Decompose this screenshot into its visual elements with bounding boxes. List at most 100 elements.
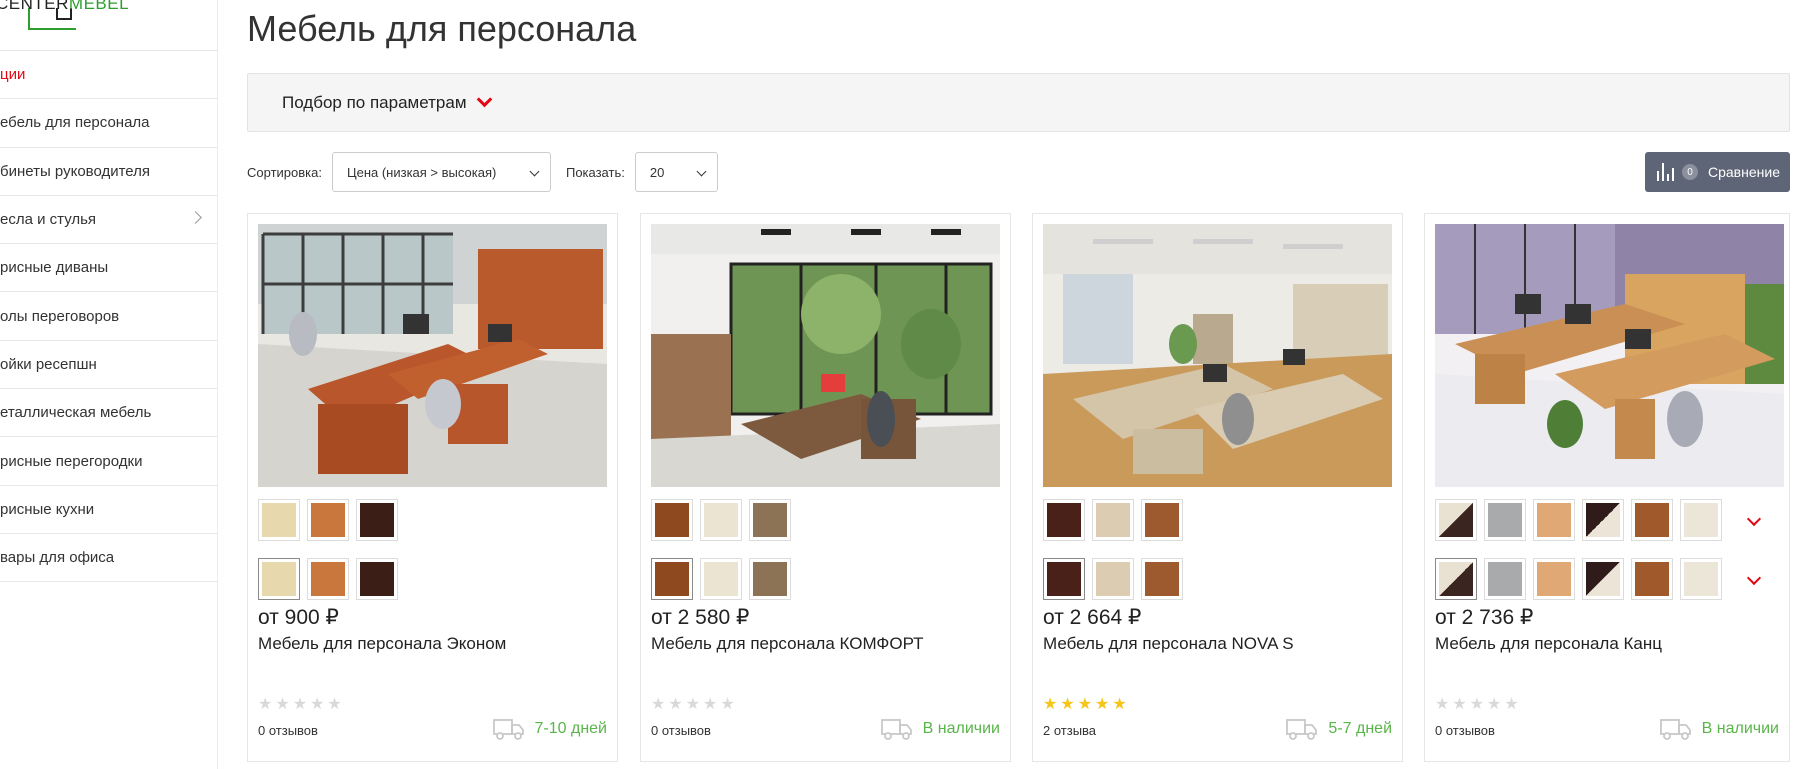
product-card[interactable]: от 900 ₽ Мебель для персонала Эконом ★ ★ ★… <box>247 213 618 762</box>
sort-select[interactable]: Цена (низкая > высокая) <box>331 152 551 192</box>
color-swatch[interactable] <box>700 499 742 541</box>
sidebar-item[interactable]: рисные кухни <box>0 486 218 534</box>
chevron-down-icon[interactable] <box>1746 570 1762 586</box>
reviews-count[interactable]: 0 отзывов <box>651 723 711 738</box>
color-swatch[interactable] <box>749 558 791 600</box>
star-icon[interactable]: ★ <box>720 697 734 713</box>
star-icon[interactable]: ★ <box>651 697 665 713</box>
color-swatch[interactable] <box>651 499 693 541</box>
chevron-down-icon <box>529 166 540 177</box>
sidebar-item[interactable]: вары для офиса <box>0 534 218 583</box>
compare-button[interactable]: 0 Сравнение <box>1645 152 1790 192</box>
delivery-info: В наличии <box>1659 717 1779 741</box>
logo[interactable]: CENTERMEBEL <box>0 0 218 51</box>
star-icon[interactable]: ★ <box>1095 697 1109 713</box>
sidebar-item[interactable]: рисные перегородки <box>0 437 218 486</box>
color-swatch[interactable] <box>1680 558 1722 600</box>
color-swatch[interactable] <box>1582 558 1624 600</box>
product-name[interactable]: Мебель для персонала Эконом <box>258 634 506 654</box>
compare-label: Сравнение <box>1708 164 1780 180</box>
filter-label: Подбор по параметрам <box>282 92 467 112</box>
bar-chart-icon <box>1657 163 1674 181</box>
reviews-count[interactable]: 0 отзывов <box>1435 723 1495 738</box>
star-icon[interactable]: ★ <box>1112 697 1126 713</box>
rating-stars: ★ ★ ★ ★ ★ <box>1043 697 1127 713</box>
star-icon[interactable]: ★ <box>275 697 289 713</box>
color-swatch[interactable] <box>1141 558 1183 600</box>
color-swatch[interactable] <box>1533 499 1575 541</box>
product-name[interactable]: Мебель для персонала КОМФОРТ <box>651 634 924 654</box>
color-swatch[interactable] <box>1631 499 1673 541</box>
reviews-count[interactable]: 2 отзыва <box>1043 723 1096 738</box>
star-icon[interactable]: ★ <box>1078 697 1092 713</box>
filter-toggle-button[interactable]: Подбор по параметрам <box>247 73 1790 132</box>
product-name[interactable]: Мебель для персонала Канц <box>1435 634 1662 654</box>
sidebar-item[interactable]: рисные диваны <box>0 244 218 293</box>
logo-text: CENTERMEBEL <box>0 0 130 13</box>
truck-icon <box>1286 719 1318 740</box>
color-swatch[interactable] <box>651 558 693 600</box>
color-swatch[interactable] <box>1435 499 1477 541</box>
color-swatch[interactable] <box>1680 499 1722 541</box>
product-name[interactable]: Мебель для персонала NOVA S <box>1043 634 1294 654</box>
color-swatch[interactable] <box>1043 499 1085 541</box>
show-count-select[interactable]: 20 <box>634 152 718 192</box>
color-swatch[interactable] <box>1631 558 1673 600</box>
sidebar-item[interactable]: ойки ресепшн <box>0 341 218 390</box>
color-swatch[interactable] <box>1582 499 1624 541</box>
chevron-down-icon[interactable] <box>1746 511 1762 527</box>
star-icon[interactable]: ★ <box>310 697 324 713</box>
color-swatch[interactable] <box>307 558 349 600</box>
color-swatch[interactable] <box>356 558 398 600</box>
sidebar-item[interactable]: есла и стулья <box>0 196 218 245</box>
star-icon[interactable]: ★ <box>703 697 717 713</box>
color-swatch[interactable] <box>749 499 791 541</box>
color-swatch[interactable] <box>1043 558 1085 600</box>
star-icon[interactable]: ★ <box>1504 697 1518 713</box>
color-swatch[interactable] <box>258 558 300 600</box>
star-icon[interactable]: ★ <box>1470 697 1484 713</box>
star-icon[interactable]: ★ <box>1452 697 1466 713</box>
star-icon[interactable]: ★ <box>1487 697 1501 713</box>
color-swatch[interactable] <box>307 499 349 541</box>
color-swatch[interactable] <box>1435 558 1477 600</box>
star-icon[interactable]: ★ <box>1060 697 1074 713</box>
star-icon[interactable]: ★ <box>686 697 700 713</box>
product-image[interactable] <box>651 224 1000 487</box>
product-image[interactable] <box>258 224 607 487</box>
color-swatch[interactable] <box>258 499 300 541</box>
product-price: от 2 736 ₽ <box>1435 606 1534 629</box>
chevron-right-icon <box>189 211 202 224</box>
sidebar-item-label: рисные диваны <box>0 259 109 277</box>
color-swatch[interactable] <box>1484 558 1526 600</box>
color-swatch[interactable] <box>700 558 742 600</box>
chevron-down-icon <box>476 91 492 108</box>
product-card[interactable]: от 2 664 ₽ Мебель для персонала NOVA S ★… <box>1032 213 1403 762</box>
sidebar-item-label: ойки ресепшн <box>0 355 97 373</box>
reviews-count[interactable]: 0 отзывов <box>258 723 318 738</box>
color-swatch[interactable] <box>1092 499 1134 541</box>
delivery-text: 5-7 дней <box>1328 720 1392 737</box>
sidebar-item[interactable]: ции <box>0 51 218 100</box>
star-icon[interactable]: ★ <box>258 697 272 713</box>
color-swatch[interactable] <box>1141 499 1183 541</box>
color-swatch[interactable] <box>356 499 398 541</box>
sidebar-item[interactable]: еталлическая мебель <box>0 389 218 438</box>
star-icon[interactable]: ★ <box>293 697 307 713</box>
product-card[interactable]: от 2 580 ₽ Мебель для персонала КОМФОРТ … <box>640 213 1011 762</box>
sidebar-item[interactable]: бинеты руководителя <box>0 148 218 196</box>
star-icon[interactable]: ★ <box>1435 697 1449 713</box>
product-image[interactable] <box>1435 224 1784 487</box>
product-image[interactable] <box>1043 224 1392 487</box>
color-swatch[interactable] <box>1533 558 1575 600</box>
sidebar-item-label: есла и стулья <box>0 211 97 229</box>
star-icon[interactable]: ★ <box>668 697 682 713</box>
color-swatch[interactable] <box>1484 499 1526 541</box>
color-swatch[interactable] <box>1092 558 1134 600</box>
sidebar-item[interactable]: ебель для персонала <box>0 99 218 148</box>
sidebar-item[interactable]: олы переговоров <box>0 292 218 341</box>
show-value: 20 <box>649 164 665 180</box>
product-card[interactable]: от 2 736 ₽ Мебель для персонала Канц ★ ★ ★… <box>1424 213 1790 762</box>
star-icon[interactable]: ★ <box>327 697 341 713</box>
star-icon[interactable]: ★ <box>1043 697 1057 713</box>
